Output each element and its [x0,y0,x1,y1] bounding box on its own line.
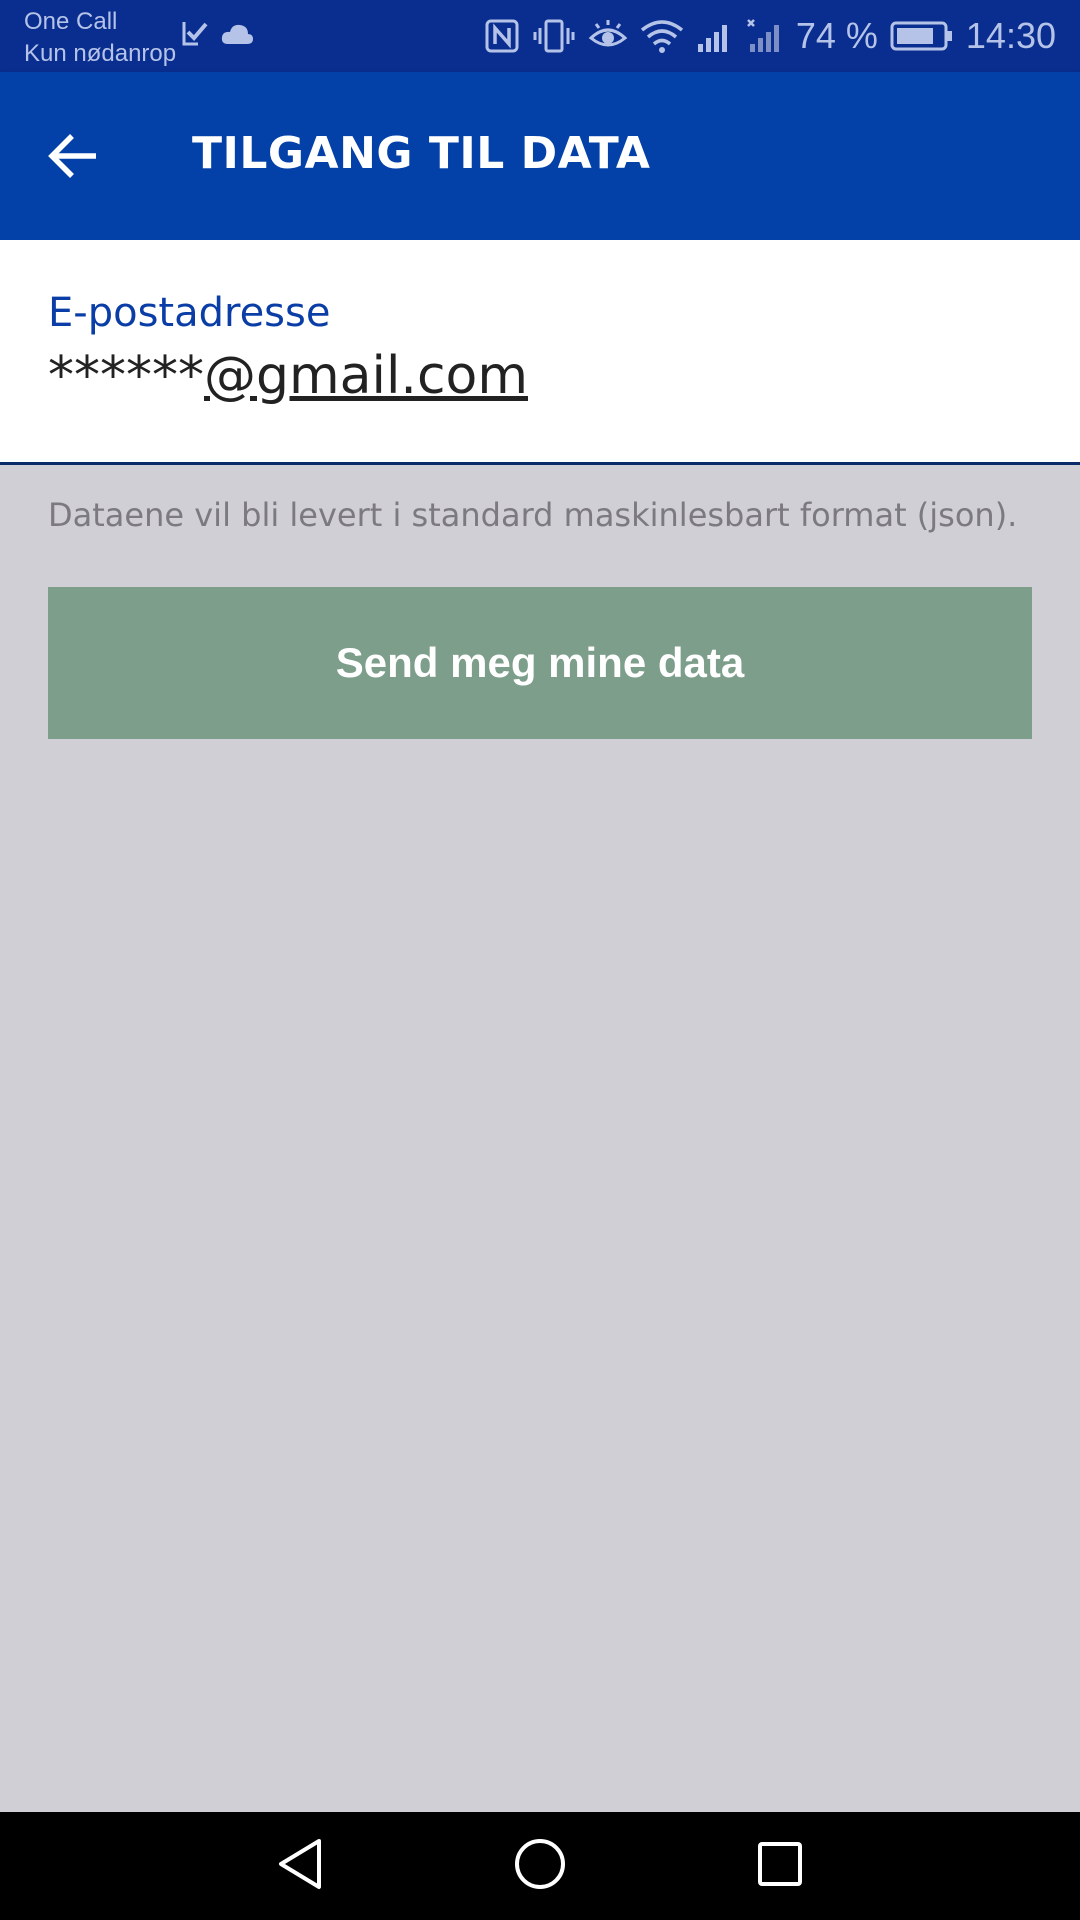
email-value: ******@gmail.com [48,346,528,406]
arrow-back-icon [48,133,100,183]
signal-no-service-icon [746,18,784,54]
email-domain-link[interactable]: @gmail.com [204,346,528,406]
battery-icon [890,20,954,52]
home-circle-icon [513,1837,567,1895]
back-triangle-icon [275,1837,325,1895]
cloud-icon [220,22,254,50]
navigation-bar [0,1812,1080,1920]
carrier-info: One Call Kun nødanrop [24,6,176,70]
status-bar: One Call Kun nødanrop 74 % 14:30 [0,0,1080,72]
email-masked-local: ****** [48,346,204,406]
recents-square-icon [755,1839,805,1893]
eye-comfort-icon [588,18,628,54]
email-label: E-postadresse [48,290,331,336]
nav-back-button[interactable] [266,1832,334,1900]
signal-icon [696,18,734,54]
nav-home-button[interactable] [506,1832,574,1900]
nfc-icon [484,18,520,54]
notification-icons [180,18,254,54]
nav-recents-button[interactable] [746,1832,814,1900]
clock: 14:30 [965,15,1056,56]
email-section: E-postadresse ******@gmail.com [0,240,1080,465]
wifi-icon [640,18,684,54]
carrier-status: Kun nødanrop [24,40,177,67]
send-my-data-button[interactable]: Send meg mine data [48,587,1032,739]
carrier-name: One Call [24,8,118,35]
app-bar: TILGANG TIL DATA [0,72,1080,240]
checklist-icon [180,18,210,54]
status-right: 74 % 14:30 [484,0,1056,72]
page-title: TILGANG TIL DATA [192,128,651,179]
battery-percent: 74 % [795,15,878,56]
back-button[interactable] [38,122,110,194]
vibrate-icon [532,18,576,54]
format-info-text: Dataene vil bli levert i standard maskin… [48,496,1018,534]
